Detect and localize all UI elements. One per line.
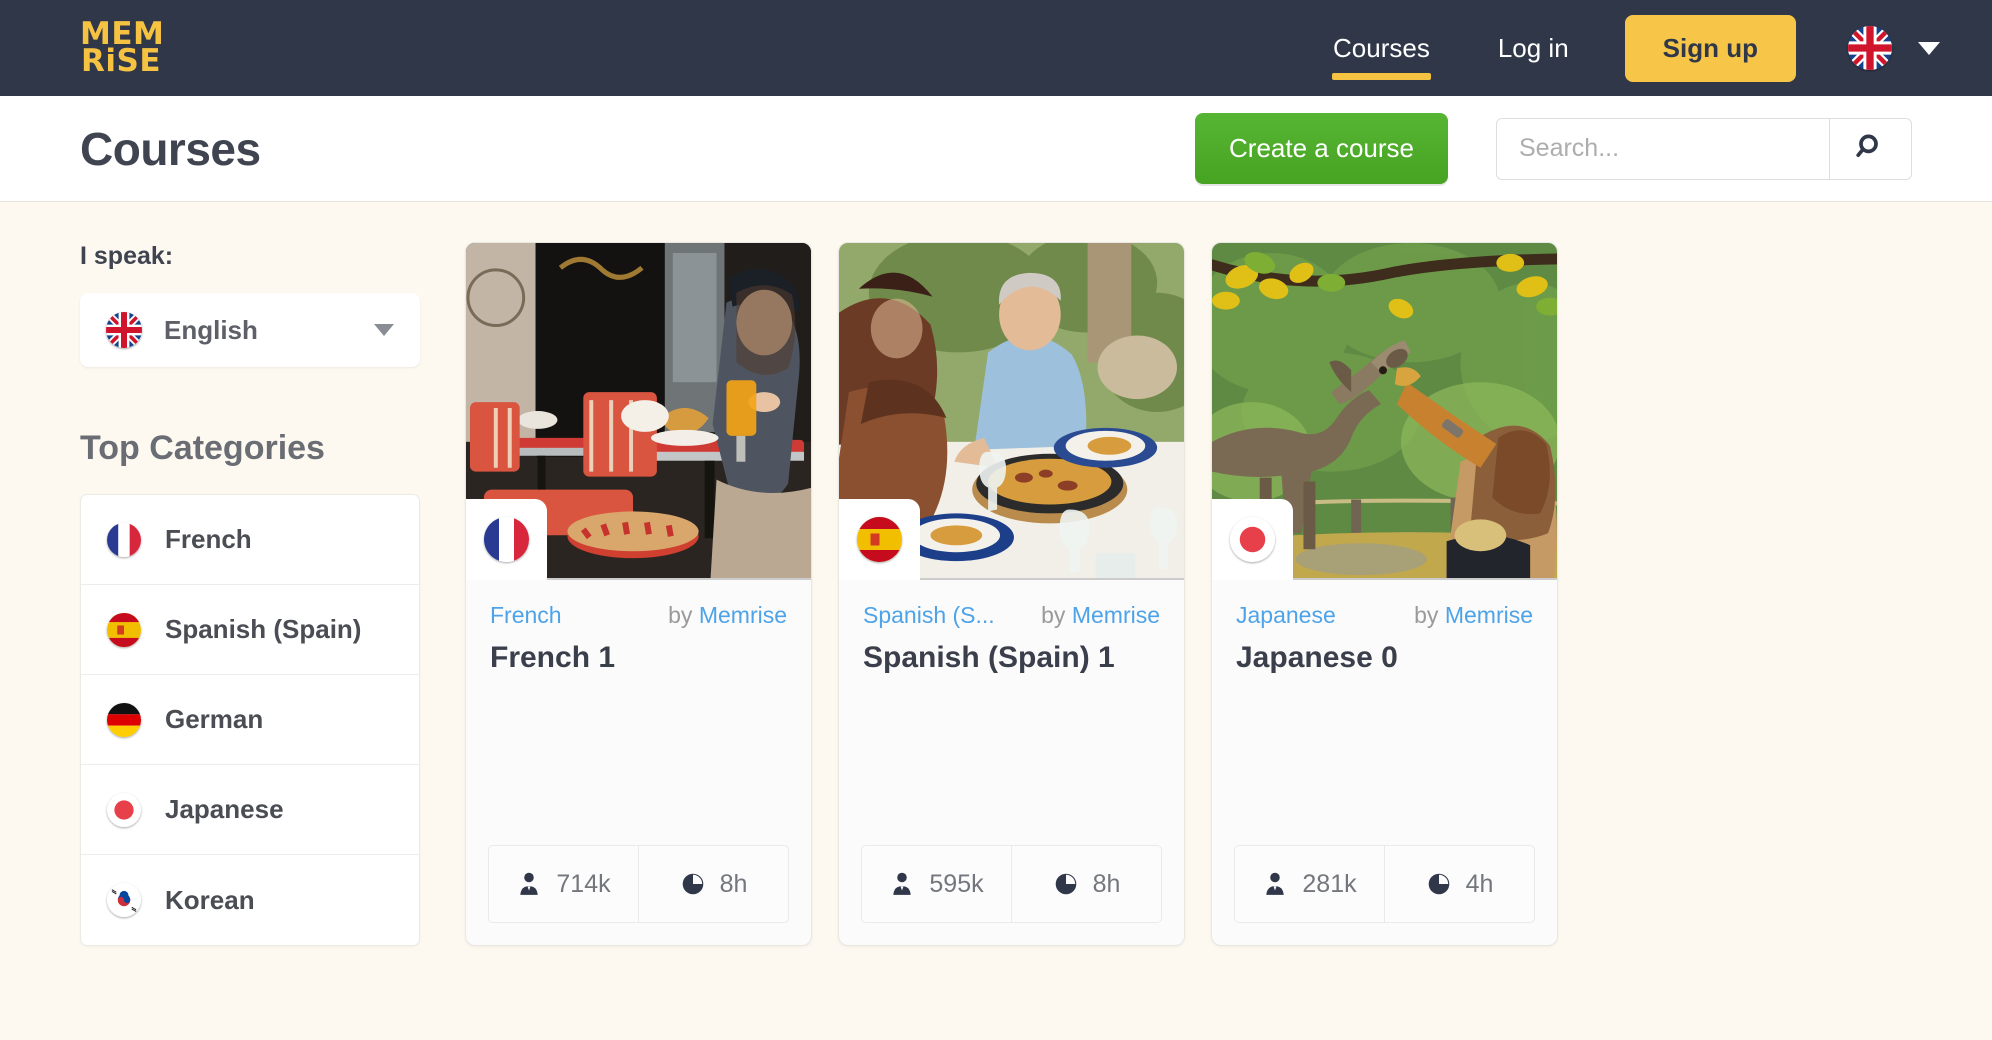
course-card-grid: French by Memrise French 1 714k 8h Spani… (465, 242, 1558, 946)
course-stats: 595k 8h (861, 845, 1162, 923)
course-author-link[interactable]: Memrise (1445, 602, 1533, 628)
course-card-body: Spanish (S... by Memrise Spanish (Spain)… (839, 580, 1184, 845)
page-header: Courses Create a course (0, 96, 1992, 202)
course-author: by Memrise (1041, 602, 1160, 629)
category-label: Japanese (165, 794, 284, 824)
person-icon (516, 871, 542, 897)
course-author: by Memrise (1414, 602, 1533, 629)
page-title: Courses (80, 122, 261, 175)
category-label: German (165, 704, 264, 734)
spain-flag-icon (857, 517, 902, 562)
course-meta: Spanish (S... by Memrise (863, 602, 1160, 629)
course-flag-badge (1212, 499, 1293, 580)
category-item-french[interactable]: French (81, 495, 419, 585)
signup-button[interactable]: Sign up (1624, 14, 1796, 82)
course-learners: 714k (489, 846, 638, 922)
course-card[interactable]: French by Memrise French 1 714k 8h (465, 242, 812, 946)
course-category-link[interactable]: Spanish (S... (863, 602, 995, 629)
category-label: French (165, 524, 252, 554)
nav-link-login[interactable]: Log in (1464, 33, 1603, 64)
i-speak-label: I speak: (80, 242, 174, 270)
search-bar (1496, 117, 1912, 180)
chevron-down-icon (1918, 41, 1940, 55)
course-flag-badge (839, 499, 920, 580)
person-icon (1262, 871, 1288, 897)
by-prefix: by (1041, 602, 1066, 628)
course-card-body: French by Memrise French 1 (466, 580, 811, 845)
course-author-link[interactable]: Memrise (1072, 602, 1160, 628)
by-prefix: by (668, 602, 693, 628)
japan-flag-icon (107, 792, 141, 827)
course-image-spanish (839, 243, 1184, 580)
course-meta: Japanese by Memrise (1236, 602, 1533, 629)
learners-count: 714k (556, 869, 611, 898)
category-item-korean[interactable]: Korean (81, 855, 419, 945)
course-image-japanese (1212, 243, 1557, 580)
course-stats: 281k 4h (1234, 845, 1535, 923)
course-card-body: Japanese by Memrise Japanese 0 (1212, 580, 1557, 845)
duration-value: 8h (719, 869, 748, 898)
memrise-logo[interactable]: MEM RiSE (80, 18, 164, 79)
chevron-down-icon (374, 324, 394, 336)
uk-flag-icon (1848, 26, 1892, 70)
course-title: French 1 (490, 641, 616, 674)
create-course-button[interactable]: Create a course (1195, 113, 1448, 184)
course-category-link[interactable]: Japanese (1236, 602, 1336, 629)
course-meta: French by Memrise (490, 602, 787, 629)
search-button[interactable] (1829, 117, 1912, 180)
nav-right-group: Courses Log in Sign up (1299, 14, 1940, 82)
duration-value: 4h (1465, 869, 1494, 898)
course-stats: 714k 8h (488, 845, 789, 923)
category-item-german[interactable]: German (81, 675, 419, 765)
uk-flag-icon (106, 312, 142, 348)
clock-icon (1426, 871, 1452, 897)
korea-flag-icon (107, 883, 141, 917)
header-actions: Create a course (1195, 113, 1912, 184)
learners-count: 281k (1302, 869, 1357, 898)
course-title: Spanish (Spain) 1 (863, 641, 1115, 674)
category-item-spanish[interactable]: Spanish (Spain) (81, 585, 419, 675)
france-flag-icon (484, 517, 529, 562)
top-navigation-bar: MEM RiSE Courses Log in Sign up (0, 0, 1992, 96)
france-flag-icon (107, 522, 141, 557)
category-item-japanese[interactable]: Japanese (81, 765, 419, 855)
course-learners: 595k (862, 846, 1011, 922)
japan-flag-icon (1230, 517, 1275, 562)
language-picker[interactable] (1848, 26, 1940, 70)
spain-flag-icon (107, 612, 141, 647)
course-author: by Memrise (668, 602, 787, 629)
top-categories-title: Top Categories (80, 429, 325, 467)
duration-value: 8h (1092, 869, 1121, 898)
clock-icon (680, 871, 706, 897)
course-learners: 281k (1235, 846, 1384, 922)
search-input[interactable] (1496, 117, 1829, 180)
course-card[interactable]: Japanese by Memrise Japanese 0 281k 4h (1211, 242, 1558, 946)
course-duration: 8h (638, 846, 788, 922)
sidebar: I speak: English Top Categories French S… (80, 242, 420, 946)
main-content: I speak: English Top Categories French S… (0, 202, 1992, 946)
nav-link-courses[interactable]: Courses (1299, 33, 1464, 80)
category-list: French Spanish (Spain) German Japanese K… (80, 494, 420, 946)
learners-count: 595k (929, 869, 984, 898)
course-flag-badge (466, 499, 547, 580)
course-title: Japanese 0 (1236, 641, 1398, 674)
course-duration: 8h (1011, 846, 1161, 922)
course-duration: 4h (1384, 846, 1534, 922)
search-icon (1855, 132, 1886, 165)
course-image-french (466, 243, 811, 580)
category-label: Spanish (Spain) (165, 614, 362, 644)
germany-flag-icon (107, 702, 141, 737)
person-icon (889, 871, 915, 897)
course-category-link[interactable]: French (490, 602, 562, 629)
by-prefix: by (1414, 602, 1439, 628)
clock-icon (1053, 871, 1079, 897)
course-card[interactable]: Spanish (S... by Memrise Spanish (Spain)… (838, 242, 1185, 946)
i-speak-dropdown[interactable]: English (80, 293, 420, 367)
course-author-link[interactable]: Memrise (699, 602, 787, 628)
category-label: Korean (165, 884, 255, 915)
i-speak-value: English (164, 314, 258, 345)
logo-line-2: RiSE (81, 43, 161, 79)
